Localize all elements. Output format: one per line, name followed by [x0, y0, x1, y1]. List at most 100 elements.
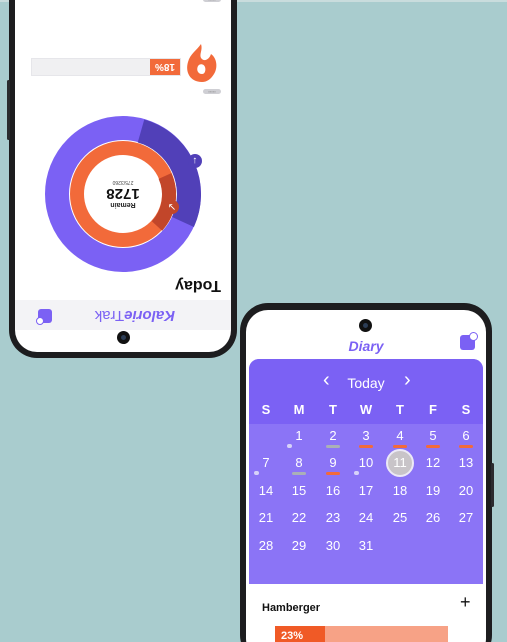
weekday-label: S — [461, 402, 471, 417]
app-header: KalorieTrak — [15, 300, 231, 330]
calendar-day-number: 9 — [329, 455, 337, 470]
calendar-day[interactable]: 9 — [316, 452, 350, 476]
calendar-day[interactable]: 5 — [416, 425, 450, 449]
page-title: Diary — [348, 338, 384, 354]
calendar-day-number: 31 — [358, 538, 374, 553]
calendar-day[interactable]: 7 — [249, 452, 283, 476]
calendar: ‹ Today › S M T W T F S 1 2 3 4 5 6 7 8 9 10 11 12 1… — [249, 359, 483, 584]
calendar-day-number: 8 — [295, 455, 303, 470]
weekday-label: F — [429, 402, 437, 417]
calendar-day-number: 10 — [358, 455, 374, 470]
calendar-day[interactable]: 10 — [349, 452, 383, 476]
calendar-day-number: 1 — [295, 428, 303, 443]
calendar-day[interactable]: 17 — [349, 480, 383, 504]
arrow-down-icon: ↓ — [188, 154, 202, 168]
calendar-day[interactable]: 11 — [383, 449, 417, 477]
progress-percent: 18% — [150, 59, 180, 75]
calendar-day[interactable]: 6 — [449, 425, 483, 449]
edit-note-icon[interactable] — [460, 332, 478, 350]
weekday-label: M — [293, 402, 305, 417]
calendar-day-number: 25 — [392, 510, 408, 525]
food-progress-bar: 23% — [275, 626, 448, 642]
calendar-day[interactable]: 2 — [316, 425, 350, 449]
meal-tag: xxxxx — [203, 89, 221, 94]
calendar-day[interactable]: 21 — [249, 507, 283, 531]
calendar-day-number: 15 — [291, 483, 307, 498]
calendar-day-number: 18 — [392, 483, 408, 498]
calendar-day[interactable]: 16 — [316, 480, 350, 504]
phone-top-content: KalorieTrak Today Remain 1728 275/3260 ↓… — [15, 0, 231, 352]
weekday-label: T — [329, 402, 337, 417]
plus-icon[interactable]: + — [460, 592, 471, 613]
calendar-day[interactable]: 12 — [416, 452, 450, 476]
page-title: Today — [175, 277, 221, 294]
app-logo-bold: Kalorie — [124, 307, 175, 324]
calendar-day[interactable]: 22 — [282, 507, 316, 531]
calendar-day[interactable]: 13 — [449, 452, 483, 476]
calendar-day[interactable]: 29 — [282, 535, 316, 559]
arrow-diagonal-icon: ↘ — [165, 200, 179, 214]
phone-bottom-screen: Diary ‹ Today › S M T W T F S 1234567891… — [246, 310, 486, 642]
calendar-day-number: 17 — [358, 483, 374, 498]
phone-side-button — [7, 80, 10, 140]
calendar-day-number: 16 — [325, 483, 341, 498]
weekday-row: S M T W T F S — [249, 402, 483, 420]
calendar-day[interactable]: 20 — [449, 480, 483, 504]
camera-icon — [359, 319, 372, 332]
phone-top: KalorieTrak Today Remain 1728 275/3260 ↓… — [7, 0, 237, 358]
calendar-day-number: 19 — [425, 483, 441, 498]
remain-value: 1728 — [106, 185, 140, 203]
calendar-day-number: 4 — [396, 428, 404, 443]
calendar-day[interactable]: 1 — [282, 425, 316, 449]
calendar-day[interactable]: 8 — [282, 452, 316, 476]
camera-icon — [117, 331, 130, 344]
calendar-day[interactable]: 3 — [349, 425, 383, 449]
edit-note-icon[interactable] — [38, 309, 52, 323]
calendar-day[interactable]: 14 — [249, 480, 283, 504]
calendar-day-number: 3 — [362, 428, 370, 443]
calendar-day[interactable]: 26 — [416, 507, 450, 531]
calendar-day[interactable]: 19 — [416, 480, 450, 504]
calendar-day-number: 6 — [462, 428, 470, 443]
calendar-day-number: 2 — [329, 428, 337, 443]
calendar-day[interactable]: 30 — [316, 535, 350, 559]
calendar-day-number: 14 — [258, 483, 274, 498]
calendar-day[interactable]: 28 — [249, 535, 283, 559]
calendar-day[interactable]: 23 — [316, 507, 350, 531]
calendar-day[interactable]: 25 — [383, 507, 417, 531]
calendar-day-number: 21 — [258, 510, 274, 525]
calendar-day-number: 30 — [325, 538, 341, 553]
calendar-day-number: 5 — [429, 428, 437, 443]
chevron-right-icon[interactable]: › — [404, 369, 411, 392]
food-entry: Hamberger + 23% — [246, 584, 486, 642]
weekday-label: T — [396, 402, 404, 417]
weekday-label: W — [359, 402, 373, 417]
calendar-title: Today — [347, 375, 385, 391]
calendar-day-number: 24 — [358, 510, 374, 525]
calendar-day[interactable]: 15 — [282, 480, 316, 504]
calendar-day-number: 26 — [425, 510, 441, 525]
meal-tag: xxxxx — [203, 0, 221, 2]
calendar-day-number: 12 — [425, 455, 441, 470]
calendar-day[interactable]: 31 — [349, 535, 383, 559]
ring-center-text: Remain 1728 275/3260 — [45, 116, 201, 272]
calendar-day-number: 27 — [458, 510, 474, 525]
calendar-day[interactable]: 24 — [349, 507, 383, 531]
calendar-day-number: 13 — [458, 455, 474, 470]
calendar-day-number: 23 — [325, 510, 341, 525]
calendar-day-number: 28 — [258, 538, 274, 553]
food-blob-icon — [187, 44, 217, 82]
app-logo-light: Trak — [94, 307, 125, 324]
calendar-grid: 1 2 3 4 5 6 7 8 9 10 11 12 13 14 15 16 17 18 19 20 21 22 23 24 2… — [249, 425, 483, 584]
weekday-label: S — [261, 402, 271, 417]
calendar-day-number: 22 — [291, 510, 307, 525]
calendar-day[interactable]: 27 — [449, 507, 483, 531]
calendar-day-number: 29 — [291, 538, 307, 553]
calendar-day[interactable]: 18 — [383, 480, 417, 504]
phone-top-screen: KalorieTrak Today Remain 1728 275/3260 ↓… — [15, 0, 231, 352]
calendar-day[interactable]: 4 — [383, 425, 417, 449]
phone-side-button — [491, 463, 494, 507]
calendar-day-number: 7 — [262, 455, 270, 470]
progress-bar: 18% — [31, 58, 181, 76]
calendar-header: ‹ Today › S M T W T F S — [249, 359, 483, 424]
